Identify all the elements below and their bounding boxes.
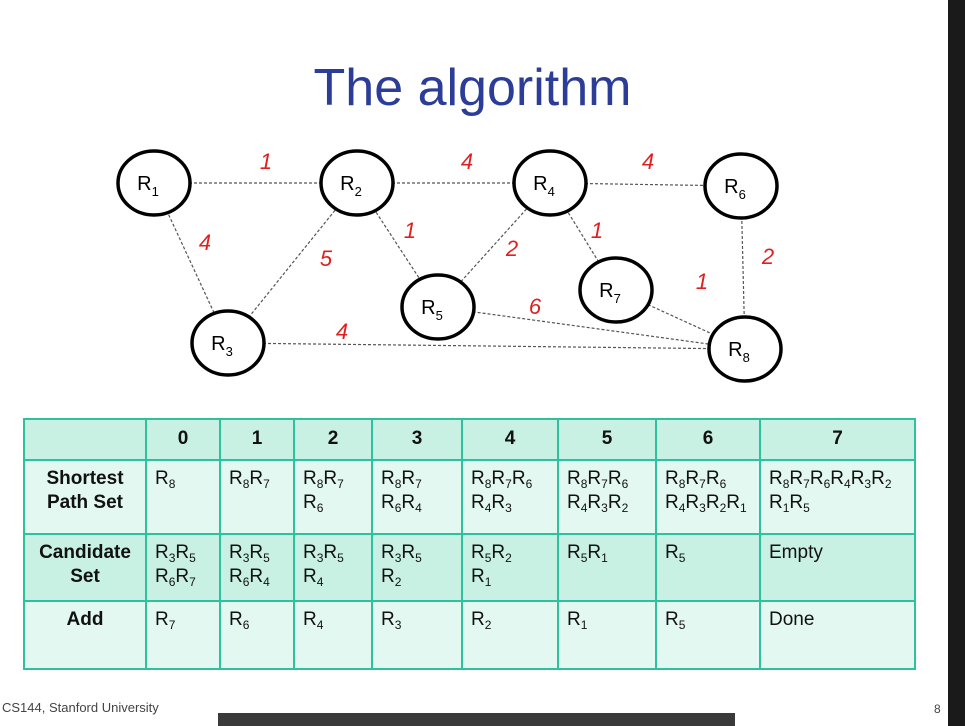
column-header-4: 4 bbox=[461, 418, 559, 461]
edge-weight-r7-r8: 1 bbox=[696, 269, 708, 294]
slide-edge-bar bbox=[948, 0, 965, 726]
table-cell: R4 bbox=[293, 600, 373, 670]
row-label: Add bbox=[23, 600, 147, 670]
table-cell: R2 bbox=[461, 600, 559, 670]
table-row: Shortest Path Set R8 R8R7 R8R7 R6 R8R7 R6R4 R8R7… bbox=[23, 458, 916, 535]
column-header-1: 1 bbox=[219, 418, 295, 461]
column-header-3: 3 bbox=[371, 418, 463, 461]
node-r3: R3 bbox=[190, 309, 266, 377]
table-cell: Empty bbox=[759, 532, 916, 603]
node-r1: R1 bbox=[116, 149, 192, 217]
table-cell: R3 bbox=[371, 600, 463, 670]
table-cell: R8R7R6 R4R3R2 bbox=[557, 458, 657, 535]
node-r4: R4 bbox=[512, 149, 588, 217]
table-header-row: 01234567 bbox=[23, 418, 916, 461]
footer-course: CS144, Stanford University bbox=[2, 700, 159, 715]
table-cell: R8R7R6 R4R3 bbox=[461, 458, 559, 535]
algorithm-table: 0 1 2 3 4 5 6 7 Shortest Path Set R8 R8R7 R8R7 R6 R8R7… bbox=[23, 418, 916, 670]
edge-r3-r8 bbox=[227, 342, 746, 350]
table-corner-cell bbox=[23, 418, 147, 461]
table-cell: R6 bbox=[219, 600, 295, 670]
page-number: 8 bbox=[934, 702, 941, 716]
column-header-0: 0 bbox=[145, 418, 221, 461]
table-cell: R5 bbox=[655, 600, 761, 670]
table-cell: R8R7R6R4R3R2 R1R5 bbox=[759, 458, 916, 535]
video-caption-bar bbox=[218, 713, 735, 726]
row-label: Candidate Set bbox=[23, 532, 147, 603]
edge-weight-r5-r8: 6 bbox=[529, 294, 542, 319]
table-cell: R8 bbox=[145, 458, 221, 535]
table-cell: R5R1 bbox=[557, 532, 657, 603]
table-cell: R1 bbox=[557, 600, 657, 670]
edge-weight-r2-r3: 5 bbox=[320, 246, 333, 271]
edge-weight-r4-r7: 1 bbox=[591, 218, 603, 243]
edge-weight-r1-r3: 4 bbox=[199, 230, 211, 255]
node-r8: R8 bbox=[707, 315, 783, 383]
table-cell: R8R7R6 R4R3R2R1 bbox=[655, 458, 761, 535]
column-header-2: 2 bbox=[293, 418, 373, 461]
table-row: Candidate Set R3R5 R6R7 R3R5 R6R4 R3R5 R4 R3R5 R2… bbox=[23, 532, 916, 603]
edge-weight-r2-r5: 1 bbox=[404, 218, 416, 243]
table-cell: R3R5 R6R4 bbox=[219, 532, 295, 603]
row-label: Shortest Path Set bbox=[23, 458, 147, 535]
node-r2: R2 bbox=[319, 149, 395, 217]
table-cell: R5R2 R1 bbox=[461, 532, 559, 603]
table-cell: R8R7 R6 bbox=[293, 458, 373, 535]
edge-weight-r4-r5: 2 bbox=[505, 236, 518, 261]
edge-weight-r1-r2: 1 bbox=[260, 149, 272, 174]
column-header-6: 6 bbox=[655, 418, 761, 461]
edge-weight-r4-r6: 4 bbox=[642, 149, 654, 174]
node-r6: R6 bbox=[703, 152, 779, 220]
column-header-7: 7 bbox=[759, 418, 916, 461]
edge-weight-r6-r8: 2 bbox=[761, 244, 774, 269]
table-cell: Done bbox=[759, 600, 916, 670]
table-cell: R8R7 bbox=[219, 458, 295, 535]
table-row: Add R7 R6 R4 R3 R2 R1 R5 Done bbox=[23, 600, 916, 670]
network-graph: 1 4 5 4 1 4 2 4 1 6 2 1 R1 R2 R3 R4 R5 R6 R7 R8 bbox=[116, 149, 783, 383]
edge-weight-r2-r4: 4 bbox=[461, 149, 473, 174]
edge-weight-r3-r8: 4 bbox=[336, 319, 348, 344]
table-cell: R5 bbox=[655, 532, 761, 603]
table-cell: R7 bbox=[145, 600, 221, 670]
column-header-5: 5 bbox=[557, 418, 657, 461]
table-cell: R3R5 R4 bbox=[293, 532, 373, 603]
node-r7: R7 bbox=[578, 256, 654, 324]
node-r5: R5 bbox=[400, 273, 476, 341]
table-cell: R3R5 R6R7 bbox=[145, 532, 221, 603]
table-cell: R3R5 R2 bbox=[371, 532, 463, 603]
table-cell: R8R7 R6R4 bbox=[371, 458, 463, 535]
